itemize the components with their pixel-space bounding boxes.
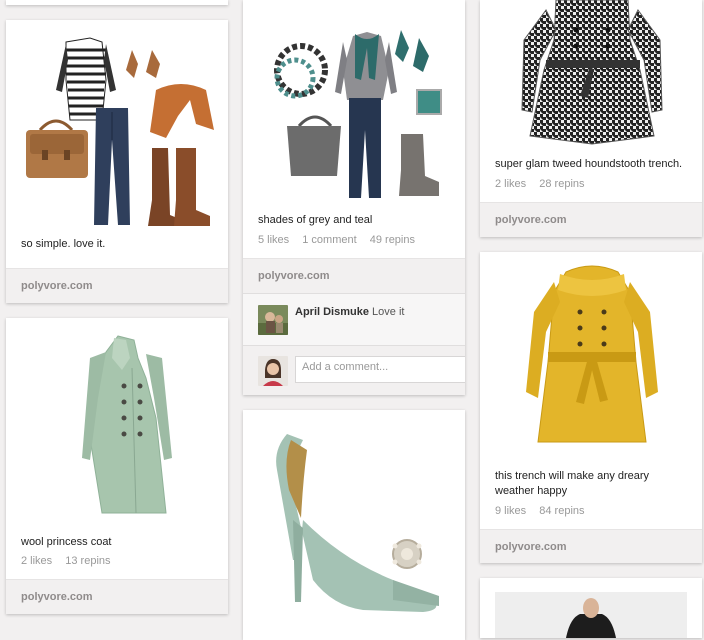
comment-text: April Dismuke Love it (295, 306, 404, 318)
pin-description: super glam tweed houndstooth trench. (495, 158, 683, 170)
houndstooth-coat-image (521, 0, 663, 145)
pin-source-link[interactable]: polyvore.com (21, 591, 93, 603)
pin-comment: April Dismuke Love it (243, 293, 465, 346)
mint-heel-image (276, 434, 439, 612)
user-avatar-icon (258, 356, 288, 386)
pin-description-line: weather happy (495, 485, 568, 497)
satchel-image (26, 119, 88, 178)
pin-description: wool princess coat (21, 536, 112, 548)
pin-card[interactable]: this trench will make any dreary weather… (480, 252, 702, 563)
repins-count[interactable]: 13 repins (65, 555, 110, 567)
repins-count[interactable]: 28 repins (539, 178, 584, 190)
pin-image[interactable] (480, 252, 702, 457)
comment-author[interactable]: April Dismuke (295, 306, 369, 318)
pin-card[interactable]: so simple. love it. polyvore.com (6, 20, 228, 303)
repins-count[interactable]: 84 repins (539, 505, 584, 517)
pin-description: this trench will make any dreary weather… (495, 469, 649, 499)
pin-card[interactable]: super glam tweed houndstooth trench. 2 l… (480, 0, 702, 237)
pin-image[interactable] (6, 20, 228, 235)
striped-top-image (56, 37, 116, 121)
pin-image[interactable] (480, 0, 702, 146)
add-comment-row: Add a comment... (243, 345, 465, 395)
add-comment-input[interactable]: Add a comment... (295, 356, 465, 383)
comments-count[interactable]: 1 comment (302, 234, 356, 246)
likes-count[interactable]: 9 likes (495, 505, 526, 517)
likes-count[interactable]: 2 likes (495, 178, 526, 190)
pin-stats: 2 likes 13 repins (21, 555, 121, 567)
pin-image[interactable] (243, 410, 465, 627)
pin-description: shades of grey and teal (258, 214, 373, 226)
likes-count[interactable]: 2 likes (21, 555, 52, 567)
pin-stats: 5 likes 1 comment 49 repins (258, 234, 425, 246)
bracelets-image (274, 43, 328, 99)
pin-source-link[interactable]: polyvore.com (495, 541, 567, 553)
pin-source-link[interactable]: polyvore.com (21, 280, 93, 292)
pin-stats: 9 likes 84 repins (495, 505, 595, 517)
comment-body: Love it (372, 306, 405, 318)
pin-card[interactable]: shades of grey and teal 5 likes 1 commen… (243, 0, 465, 395)
pin-card[interactable] (243, 410, 465, 640)
pin-card-stub (6, 0, 228, 5)
yellow-trench-image (526, 265, 658, 443)
pin-source-bar[interactable]: polyvore.com (243, 258, 465, 294)
pin-description: so simple. love it. (21, 238, 106, 250)
repins-count[interactable]: 49 repins (370, 234, 415, 246)
likes-count[interactable]: 5 likes (258, 234, 289, 246)
mint-coat-image (82, 335, 172, 514)
pin-source-bar[interactable]: polyvore.com (480, 202, 702, 237)
pin-image[interactable] (243, 0, 465, 205)
pin-card[interactable] (480, 578, 702, 638)
pin-stats: 2 likes 28 repins (495, 178, 595, 190)
pin-description-line: this trench will make any dreary (495, 470, 650, 482)
commenter-avatar-icon[interactable] (258, 305, 288, 335)
pin-image[interactable] (480, 578, 702, 638)
pin-card[interactable]: wool princess coat 2 likes 13 repins pol… (6, 318, 228, 614)
pin-image[interactable] (6, 318, 228, 523)
pin-source-link[interactable]: polyvore.com (258, 270, 330, 282)
pin-source-bar[interactable]: polyvore.com (6, 268, 228, 303)
pin-source-bar[interactable]: polyvore.com (480, 529, 702, 563)
pin-source-bar[interactable]: polyvore.com (6, 579, 228, 614)
pin-source-link[interactable]: polyvore.com (495, 214, 567, 226)
